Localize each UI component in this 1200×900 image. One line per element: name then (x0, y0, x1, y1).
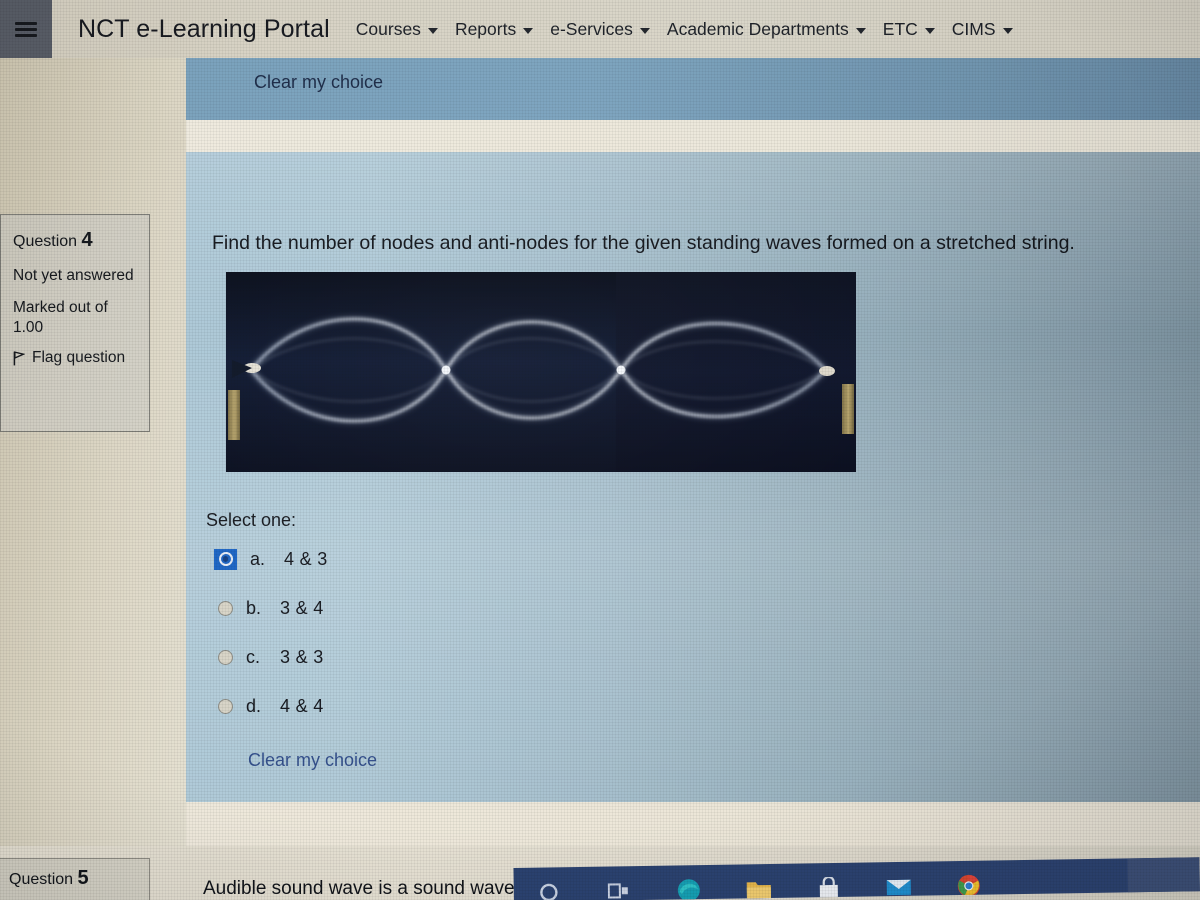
chevron-down-icon (523, 27, 534, 34)
chevron-down-icon (427, 27, 438, 34)
quiz-page: Clear my choice Question 4 Not yet answe… (0, 58, 1200, 900)
option-d-letter: d. (246, 695, 262, 716)
option-b-radio[interactable] (218, 600, 233, 616)
chrome-circle-icon (957, 874, 980, 897)
option-b-letter: b. (246, 597, 262, 618)
edge-swirl-icon (677, 879, 700, 900)
nav-item-academic-departments[interactable]: Academic Departments (667, 19, 866, 40)
nav-item-cims-label: CIMS (951, 18, 996, 39)
clear-my-choice-link[interactable]: Clear my choice (248, 750, 377, 771)
option-d-text: 4 & 4 (280, 695, 324, 716)
chevron-down-icon (1002, 27, 1013, 34)
nav-item-courses[interactable]: Courses (356, 19, 438, 40)
option-c-text: 3 & 3 (280, 646, 324, 667)
edge-browser-icon[interactable] (653, 865, 724, 900)
previous-clear-my-choice-link[interactable]: Clear my choice (254, 72, 383, 93)
standing-wave-illustration (232, 317, 835, 423)
monitor-screen: NCT e-Learning Portal Courses Reports e-… (0, 0, 1200, 900)
nav-item-academic-departments-label: Academic Departments (666, 18, 849, 39)
mail-icon[interactable] (863, 861, 934, 896)
microsoft-store-icon[interactable] (793, 863, 864, 899)
task-view-icon[interactable] (583, 866, 654, 900)
nav-item-etc-label: ETC (882, 18, 918, 39)
taskbar-system-tray[interactable] (1127, 857, 1200, 893)
nav-item-reports[interactable]: Reports (454, 18, 534, 40)
question-4-marked-out-of: Marked out of 1.00 (13, 298, 108, 336)
option-a-text: 4 & 3 (284, 548, 328, 569)
question-5-number: 5 (77, 867, 89, 889)
question-5-number-row: Question 5 (9, 867, 137, 890)
option-d[interactable]: d. 4 & 4 (218, 693, 324, 719)
option-d-radio[interactable] (218, 698, 233, 714)
nav-item-etc[interactable]: ETC (883, 19, 935, 40)
option-a-radio-dot (218, 552, 233, 566)
standing-wave-figure (226, 272, 856, 472)
question-4-flag-row[interactable]: Flag question (13, 349, 137, 367)
question-4-block: Question 4 Not yet answered Marked out o… (0, 152, 1200, 802)
block-gap-bottom (186, 802, 1200, 846)
nav-item-cims[interactable]: CIMS (952, 19, 1013, 40)
block-gap-top (186, 120, 1200, 152)
hamburger-menu-icon[interactable] (0, 0, 52, 58)
option-c-letter: c. (246, 646, 261, 667)
nav-item-reports-label: Reports (454, 18, 517, 39)
site-brand-title[interactable]: NCT e-Learning Portal (78, 15, 330, 44)
folder-icon (746, 882, 771, 899)
option-a-radio[interactable] (214, 548, 237, 570)
option-c-radio[interactable] (218, 649, 233, 665)
figure-clamp-right (842, 384, 854, 434)
chrome-browser-icon[interactable] (933, 860, 1004, 897)
hamburger-bars (15, 19, 37, 40)
nav-item-e-services[interactable]: e-Services (550, 19, 650, 40)
option-a[interactable]: a. 4 & 3 (214, 546, 328, 572)
question-4-word: Question (13, 233, 78, 250)
screen-photo: NCT e-Learning Portal Courses Reports e-… (0, 0, 1200, 900)
figure-clamp-left (228, 390, 240, 440)
question-5-word: Question (9, 871, 74, 888)
question-4-number-row: Question 4 (13, 229, 137, 252)
previous-question-block: Clear my choice (186, 58, 1200, 120)
question-4-info-card: Question 4 Not yet answered Marked out o… (0, 214, 150, 432)
cortana-ring-icon (540, 883, 558, 900)
nav-item-e-services-label: e-Services (550, 18, 633, 39)
file-explorer-icon[interactable] (723, 864, 794, 899)
option-b-text: 3 & 4 (280, 597, 324, 618)
option-b[interactable]: b. 3 & 4 (218, 595, 324, 621)
shopping-bag-icon (819, 876, 838, 899)
question-4-number: 4 (81, 229, 93, 251)
chevron-down-icon (924, 27, 935, 34)
cortana-search-icon[interactable] (513, 867, 584, 900)
chevron-down-icon (639, 27, 650, 34)
question-5-info-card: Question 5 Not yet answered (0, 858, 150, 900)
chevron-down-icon (855, 27, 866, 34)
task-view-glyph-icon (607, 883, 628, 899)
question-4-flag-label: Flag question (32, 349, 126, 367)
select-one-label: Select one: (206, 510, 297, 530)
flag-icon (13, 351, 25, 366)
question-4-stem: Find the number of nodes and anti-nodes … (212, 232, 1075, 254)
nav-item-courses-label: Courses (355, 18, 421, 39)
envelope-icon (886, 879, 911, 896)
option-a-letter: a. (250, 548, 266, 569)
option-c[interactable]: c. 3 & 3 (218, 644, 324, 670)
question-4-status: Not yet answered (13, 267, 134, 284)
top-navbar: NCT e-Learning Portal Courses Reports e-… (0, 0, 1200, 58)
